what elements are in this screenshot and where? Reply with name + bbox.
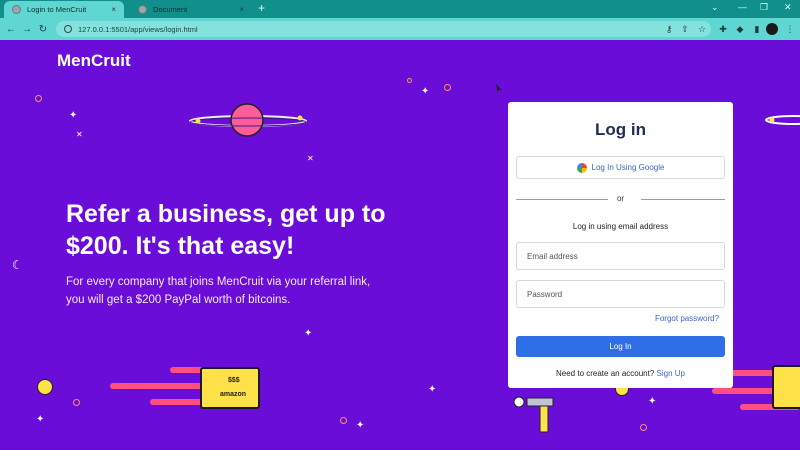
sparkle-icon: ✦ [304,328,313,339]
login-card: Log in Log In Using Google or Log in usi… [508,102,733,388]
moon-icon: ☾ [12,258,23,272]
email-login-note: Log in using email address [572,222,669,231]
page-viewport: MenCruit ✦ ✕ ✕ ✦ ✦ ✦ ✦ ✦ ✦ ☾ Refer a bus… [0,40,800,450]
close-tab-icon[interactable]: × [239,5,244,14]
ring-decoration [340,417,347,424]
extension-icon[interactable]: ✚ [718,24,728,34]
google-login-label: Log In Using Google [591,163,665,172]
new-tab-icon[interactable]: + [258,1,265,15]
sparkle-icon: ✕ [307,154,314,163]
box-price-label: $$$ [228,377,240,384]
sparkle-icon: ✦ [356,420,365,431]
signup-prompt: Need to create an account? [556,369,655,378]
tab-document[interactable]: Document × [130,1,252,18]
google-login-button[interactable]: Log In Using Google [516,156,725,179]
address-bar[interactable]: 127.0.0.1:5501/app/views/login.html [56,21,711,37]
menu-kebab-icon[interactable]: ⋮ [785,24,795,34]
planet-illustration [765,115,800,125]
address-toolbar: ← → ↻ 127.0.0.1:5501/app/views/login.htm… [0,18,800,40]
close-window-icon[interactable]: ✕ [784,2,792,13]
sparkle-icon: ✦ [421,86,430,97]
signup-link[interactable]: Sign Up [657,369,685,378]
signup-row: Need to create an account? Sign Up [508,369,733,378]
site-info-icon[interactable] [64,25,72,33]
ring-decoration [444,84,451,91]
share-icon[interactable]: ⇪ [680,24,690,34]
satellite-illustration [513,396,563,434]
amazon-box-illustration [772,365,800,409]
tab-login[interactable]: Login to MenCruit × [4,1,124,18]
sparkle-icon: ✦ [69,110,78,121]
password-field[interactable]: Password [516,280,725,308]
login-submit-label: Log In [609,342,632,351]
ring-decoration [35,95,42,102]
amazon-box-illustration: $$$ amazon [200,367,260,409]
bookmark-star-icon[interactable]: ☆ [697,24,707,34]
url-text: 127.0.0.1:5501/app/views/login.html [78,24,198,34]
planet-illustration [189,103,307,137]
smiley-planet-icon [37,379,53,395]
profile-avatar[interactable] [766,23,778,35]
email-field[interactable]: Email address [516,242,725,270]
close-tab-icon[interactable]: × [111,5,116,14]
browser-tab-strip: Login to MenCruit × Document × + ⌄ — ❐ ✕ [0,0,800,18]
tab-title: Login to MenCruit [27,5,87,14]
tab-title: Document [153,5,188,14]
sparkle-icon: ✦ [648,396,657,407]
password-placeholder: Password [527,289,563,299]
key-icon[interactable]: ⚷ [664,24,674,34]
minimize-icon[interactable]: — [738,2,747,12]
forward-icon[interactable]: → [19,24,35,35]
back-icon[interactable]: ← [3,24,19,35]
login-submit-button[interactable]: Log In [516,336,725,357]
page-favicon-icon [138,5,147,14]
ring-decoration [640,424,647,431]
sparkle-icon: ✦ [36,414,45,425]
divider-right [641,199,725,200]
hero-headline: Refer a business, get up to $200. It's t… [66,200,386,260]
site-logo[interactable]: MenCruit [57,51,131,71]
login-title: Log in [595,120,646,139]
google-icon [576,162,587,173]
page-favicon-icon [12,5,21,14]
reload-icon[interactable]: ↻ [35,24,51,35]
maximize-icon[interactable]: ❐ [760,2,768,13]
forgot-password-link[interactable]: Forgot password? [655,314,719,323]
ring-decoration [73,399,80,406]
side-panel-icon[interactable]: ▮ [752,24,762,34]
tab-search-icon[interactable]: ⌄ [711,2,719,13]
sparkle-icon: ✕ [76,130,83,139]
box-brand-label: amazon [220,391,247,398]
email-placeholder: Email address [527,251,578,261]
sparkle-icon: ✦ [428,384,437,395]
hero-subtext: For every company that joins MenCruit vi… [66,276,371,306]
extension-icon[interactable]: ◆ [735,24,745,34]
ring-decoration [407,78,412,83]
mouse-cursor-icon [496,84,502,93]
